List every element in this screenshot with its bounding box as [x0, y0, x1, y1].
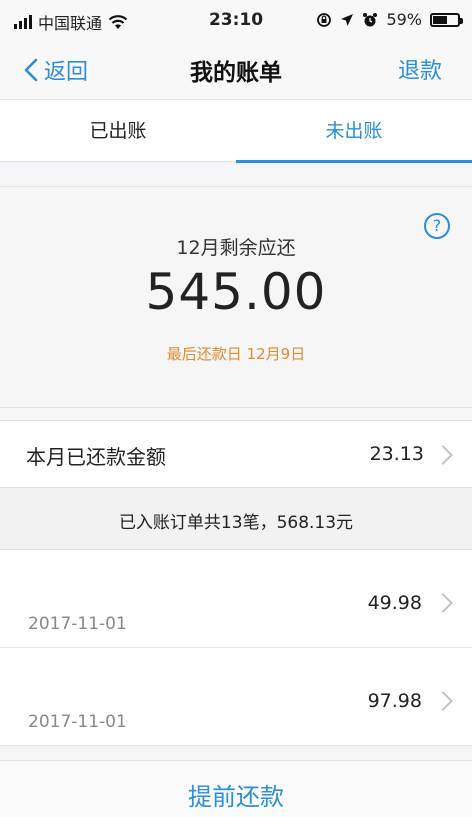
remaining-due-label: 12月剩余应还 [176, 237, 296, 259]
tab-billed[interactable]: 已出账 [0, 100, 236, 162]
battery-percent: 59% [386, 10, 422, 29]
rotation-lock-icon [317, 12, 332, 27]
list-item[interactable]: 97.98 2017-11-01 [0, 648, 472, 746]
battery-icon [430, 12, 463, 27]
bill-amount: 49.98 [367, 592, 422, 614]
posted-orders-text: 已入账订单共13笔，568.13元 [118, 513, 354, 533]
bill-date: 2017-11-01 [28, 712, 127, 732]
chevron-right-icon [433, 691, 453, 711]
tab-billed-label: 已出账 [89, 120, 147, 142]
bottom-action-bar: 提前还款 [0, 760, 472, 817]
repaid-value: 23.13 [369, 443, 424, 465]
repaid-label: 本月已还款金额 [26, 445, 166, 469]
due-date-text: 最后还款日 12月9日 [166, 345, 306, 363]
list-item[interactable]: 49.98 2017-11-01 [0, 550, 472, 648]
remaining-due-amount: 545.00 [145, 263, 327, 321]
navigation-bar: 返回 我的账单 退款 [0, 40, 472, 100]
active-tab-indicator [236, 160, 472, 163]
tab-unbilled[interactable]: 未出账 [236, 100, 472, 163]
tab-unbilled-label: 未出账 [325, 120, 383, 142]
early-repayment-button[interactable]: 提前还款 [0, 777, 472, 812]
chevron-right-icon [433, 445, 453, 465]
location-icon [341, 13, 354, 26]
alarm-icon [363, 12, 378, 26]
bill-amount: 97.98 [367, 690, 422, 712]
refund-button[interactable]: 退款 [398, 53, 442, 85]
bill-list: 49.98 2017-11-01 97.98 2017-11-01 [0, 550, 472, 746]
repaid-amount-row[interactable]: 本月已还款金额 23.13 [0, 420, 472, 488]
posted-orders-summary: 已入账订单共13笔，568.13元 [0, 488, 472, 550]
chevron-right-icon [433, 593, 453, 613]
bill-date: 2017-11-01 [28, 614, 127, 634]
status-bar: 中国联通 23:10 59% [0, 0, 472, 40]
bill-summary-card: ? 12月剩余应还 545.00 最后还款日 12月9日 [0, 186, 472, 408]
tab-bar: 已出账 未出账 [0, 100, 472, 163]
